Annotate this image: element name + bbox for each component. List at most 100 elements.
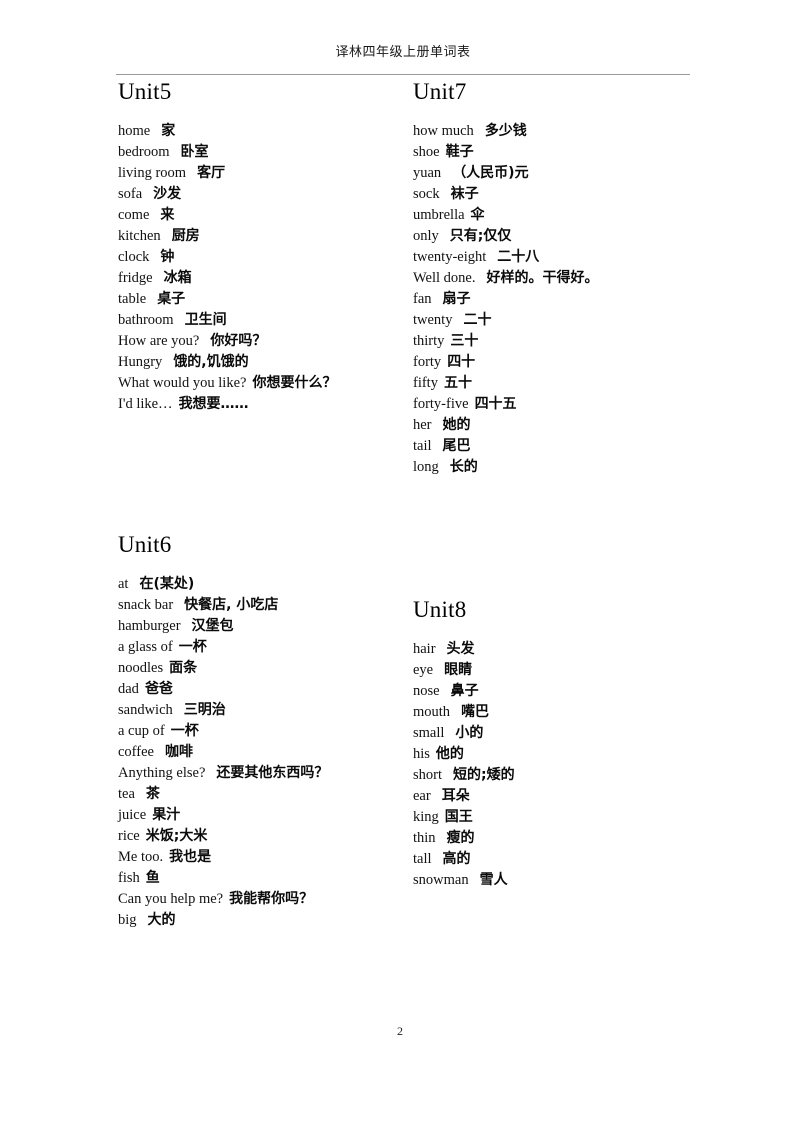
word-entry: How are you? 你好吗？	[118, 331, 408, 352]
word-entry: thirty 三十	[413, 331, 703, 352]
unit-heading-unit8: Unit8	[413, 597, 467, 622]
word-english: come	[118, 207, 150, 223]
word-chinese: 果汁	[152, 807, 181, 823]
word-chinese: 我能帮你吗？	[229, 891, 314, 907]
unit-block-unit6: Unit6 at 在(某处) snack bar 快餐店, 小吃店 hamburger 汉…	[118, 533, 408, 931]
word-english: shoe	[413, 144, 440, 160]
word-english: sandwich	[118, 702, 173, 718]
word-chinese: 一杯	[170, 723, 199, 739]
word-english: juice	[118, 807, 147, 823]
word-chinese: 来	[160, 207, 175, 223]
word-list-unit5: home 家 bedroom 卧室 living room 客厅 sofa 沙发 come 来 ki…	[118, 121, 408, 415]
word-entry: clock 钟	[118, 247, 408, 268]
word-entry: eye 眼睛	[413, 660, 703, 681]
word-chinese: 在(某处)	[139, 576, 195, 592]
word-entry: I'd like… 我想要……	[118, 394, 408, 415]
word-entry: his 他的	[413, 744, 703, 765]
word-chinese: 卫生间	[184, 312, 227, 328]
word-chinese: 雪人	[479, 872, 508, 888]
word-english: twenty-eight	[413, 249, 487, 265]
word-chinese: 四十	[447, 354, 476, 370]
word-english: twenty	[413, 312, 453, 328]
word-english: fifty	[413, 375, 438, 391]
word-entry: hair 头发	[413, 639, 703, 660]
word-entry: coffee 咖啡	[118, 742, 408, 763]
word-english: How are you?	[118, 333, 200, 349]
word-english: What would you like?	[118, 375, 247, 391]
word-chinese: 尾巴	[442, 438, 471, 454]
word-english: nose	[413, 683, 440, 699]
word-english: eye	[413, 662, 434, 678]
word-chinese: 我也是	[169, 849, 212, 865]
word-chinese: 五十	[443, 375, 472, 391]
word-chinese: 汉堡包	[191, 618, 234, 634]
word-chinese: 爸爸	[144, 681, 173, 697]
word-entry: umbrella 伞	[413, 205, 703, 226]
word-chinese: 面条	[169, 660, 198, 676]
word-chinese: 冰箱	[163, 270, 192, 286]
word-entry: fan 扇子	[413, 289, 703, 310]
word-chinese: 还要其他东西吗？	[216, 765, 329, 781]
word-chinese: 三十	[450, 333, 479, 349]
word-entry: bathroom 卫生间	[118, 310, 408, 331]
word-entry: yuan （人民币)元	[413, 163, 703, 184]
word-english: king	[413, 809, 439, 825]
word-english: living room	[118, 165, 187, 181]
word-chinese: 高的	[442, 851, 471, 867]
word-chinese: 家	[161, 123, 176, 139]
word-chinese: 钟	[160, 249, 175, 265]
word-english: clock	[118, 249, 150, 265]
word-entry: bedroom 卧室	[118, 142, 408, 163]
word-entry: twenty-eight 二十八	[413, 247, 703, 268]
word-entry: forty-five 四十五	[413, 394, 703, 415]
word-entry: table 桌子	[118, 289, 408, 310]
word-entry: forty 四十	[413, 352, 703, 373]
word-english: her	[413, 417, 432, 433]
word-english: tall	[413, 851, 432, 867]
word-chinese: 三明治	[183, 702, 226, 718]
word-entry: fish 鱼	[118, 868, 408, 889]
word-entry: tea 茶	[118, 784, 408, 805]
page-header-title: 译林四年级上册单词表	[335, 44, 471, 59]
word-chinese: 扇子	[442, 291, 471, 307]
word-english: fridge	[118, 270, 153, 286]
word-english: how much	[413, 123, 474, 139]
word-entry: dad 爸爸	[118, 679, 408, 700]
word-entry: What would you like? 你想要什么？	[118, 373, 408, 394]
word-chinese: 我想要……	[178, 396, 249, 412]
word-chinese: 桌子	[157, 291, 186, 307]
header-divider	[116, 74, 690, 75]
word-entry: ear 耳朵	[413, 786, 703, 807]
word-entry: small 小的	[413, 723, 703, 744]
word-entry: rice 米饭;大米	[118, 826, 408, 847]
word-entry: only 只有;仅仅	[413, 226, 703, 247]
word-entry: Well done. 好样的。干得好。	[413, 268, 703, 289]
word-english: sofa	[118, 186, 143, 202]
word-entry: thin 瘦的	[413, 828, 703, 849]
word-english: home	[118, 123, 151, 139]
word-english: forty-five	[413, 396, 469, 412]
word-chinese: 只有;仅仅	[449, 228, 512, 244]
word-chinese: 咖啡	[164, 744, 193, 760]
word-chinese: 厨房	[171, 228, 200, 244]
word-entry: come 来	[118, 205, 408, 226]
word-entry: at 在(某处)	[118, 574, 408, 595]
word-entry: tall 高的	[413, 849, 703, 870]
word-chinese: 你好吗？	[210, 333, 267, 349]
word-chinese: 嘴巴	[461, 704, 490, 720]
word-entry: kitchen 厨房	[118, 226, 408, 247]
word-entry: Anything else? 还要其他东西吗？	[118, 763, 408, 784]
word-chinese: 瘦的	[446, 830, 475, 846]
word-english: at	[118, 576, 129, 592]
word-list-unit6: at 在(某处) snack bar 快餐店, 小吃店 hamburger 汉堡包 a gl…	[118, 574, 408, 931]
word-english: tail	[413, 438, 432, 454]
word-chinese: （人民币)元	[452, 165, 529, 181]
word-entry: Me too. 我也是	[118, 847, 408, 868]
word-entry: short 短的;矮的	[413, 765, 703, 786]
word-entry: mouth 嘴巴	[413, 702, 703, 723]
word-chinese: 他的	[435, 746, 464, 762]
word-entry: Can you help me? 我能帮你吗？	[118, 889, 408, 910]
word-english: snowman	[413, 872, 469, 888]
word-entry: nose 鼻子	[413, 681, 703, 702]
word-chinese: 客厅	[197, 165, 226, 181]
